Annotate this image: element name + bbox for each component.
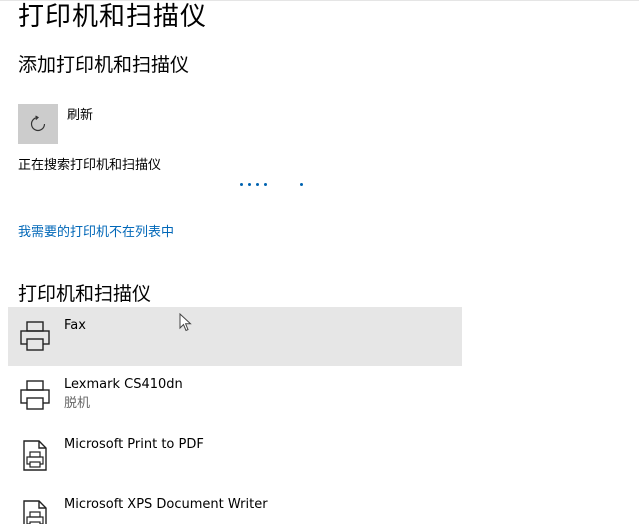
device-name: Fax	[64, 318, 86, 333]
device-item-fax[interactable]: Fax	[8, 307, 462, 366]
device-name: Microsoft Print to PDF	[64, 437, 204, 452]
progress-dots	[0, 183, 639, 189]
printer-icon	[20, 321, 50, 351]
device-item-print-to-pdf[interactable]: Microsoft Print to PDF	[8, 426, 462, 485]
device-status: 脱机	[64, 396, 91, 411]
page-title: 打印机和扫描仪	[18, 2, 208, 32]
devices-section-title: 打印机和扫描仪	[18, 283, 152, 305]
device-name: Lexmark CS410dn	[64, 377, 183, 392]
mouse-cursor-icon	[179, 313, 192, 332]
progress-dot	[264, 183, 267, 186]
add-section-title: 添加打印机和扫描仪	[18, 54, 190, 76]
refresh-button[interactable]	[18, 104, 58, 144]
printer-not-listed-link[interactable]: 我需要的打印机不在列表中	[18, 224, 174, 242]
progress-dot	[248, 183, 251, 186]
document-printer-icon	[23, 440, 47, 471]
device-item-xps-writer[interactable]: Microsoft XPS Document Writer	[8, 486, 462, 524]
device-item-lexmark[interactable]: Lexmark CS410dn 脱机	[8, 366, 462, 425]
refresh-label: 刷新	[67, 108, 94, 123]
device-name: Microsoft XPS Document Writer	[64, 497, 268, 512]
progress-dot	[240, 183, 243, 186]
refresh-icon	[30, 115, 46, 132]
document-printer-icon	[23, 500, 47, 524]
progress-dot	[256, 183, 259, 186]
searching-status-text: 正在搜索打印机和扫描仪	[18, 158, 162, 173]
printer-icon	[20, 380, 50, 410]
progress-dot	[300, 183, 303, 186]
